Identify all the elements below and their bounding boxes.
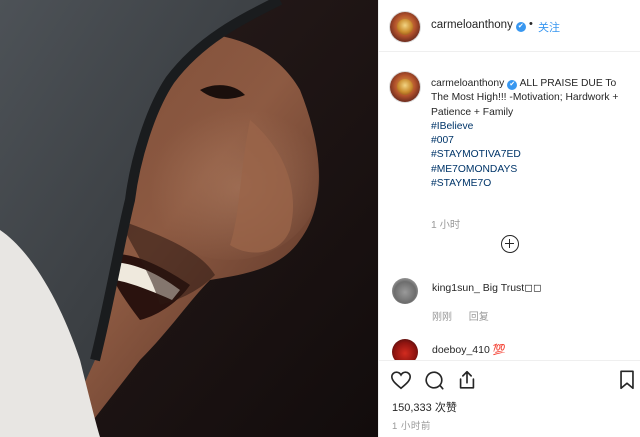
post-timestamp: 1 小时前 — [392, 421, 431, 432]
commenter-username[interactable]: doeboy_410 — [432, 344, 490, 356]
load-more-comments-icon[interactable] — [501, 235, 519, 253]
comment-body: 💯 — [492, 344, 506, 356]
caption-author-username[interactable]: carmeloanthony — [431, 78, 504, 89]
hashtag-link[interactable]: #007 — [431, 134, 631, 148]
like-count[interactable]: 150,333 次赞 — [392, 399, 457, 415]
post-side-panel: carmeloanthony ✔ • 关注 carmeloanthony ✔ ALL… — [378, 0, 640, 437]
hashtag-link[interactable]: #IBelieve — [431, 120, 631, 134]
post-image — [0, 0, 378, 437]
author-avatar[interactable] — [390, 12, 420, 42]
post-header: carmeloanthony ✔ • 关注 — [379, 0, 640, 52]
commenter-avatar[interactable] — [392, 278, 418, 304]
heart-icon[interactable] — [390, 369, 412, 391]
commenter-username[interactable]: king1sun_ — [432, 282, 480, 294]
comment-text: doeboy_410 💯 — [432, 343, 506, 356]
author-username[interactable]: carmeloanthony ✔ — [431, 19, 526, 32]
verified-badge-icon: ✔ — [515, 22, 526, 32]
verified-badge-icon: ✔ — [507, 80, 518, 90]
caption-text: carmeloanthony ✔ ALL PRAISE DUE To The Mo… — [431, 77, 631, 191]
caption-author-avatar[interactable] — [390, 72, 420, 102]
post-photo[interactable] — [0, 0, 378, 437]
comment-time: 刚刚 — [432, 312, 452, 323]
comment-meta: 刚刚 回复 — [432, 308, 503, 323]
share-icon[interactable] — [456, 369, 478, 391]
hashtag-link[interactable]: #ME7OMONDAYS — [431, 163, 631, 177]
post-actions-bar: 150,333 次赞 1 小时前 — [379, 360, 640, 437]
caption-timestamp: 1 小时 — [431, 220, 461, 231]
author-username-text[interactable]: carmeloanthony — [431, 19, 513, 31]
separator-dot: • — [529, 18, 533, 30]
bookmark-icon[interactable] — [616, 369, 638, 391]
comment-body: Big Trust◻◻ — [482, 282, 542, 294]
comment-text: king1sun_ Big Trust◻◻ — [432, 282, 542, 294]
hashtag-link[interactable]: #STAYME7O — [431, 177, 631, 191]
follow-button[interactable]: 关注 — [538, 19, 560, 35]
hashtag-link[interactable]: #STAYMOTIVA7ED — [431, 148, 631, 162]
comment-icon[interactable] — [423, 369, 445, 391]
reply-button[interactable]: 回复 — [469, 312, 489, 323]
